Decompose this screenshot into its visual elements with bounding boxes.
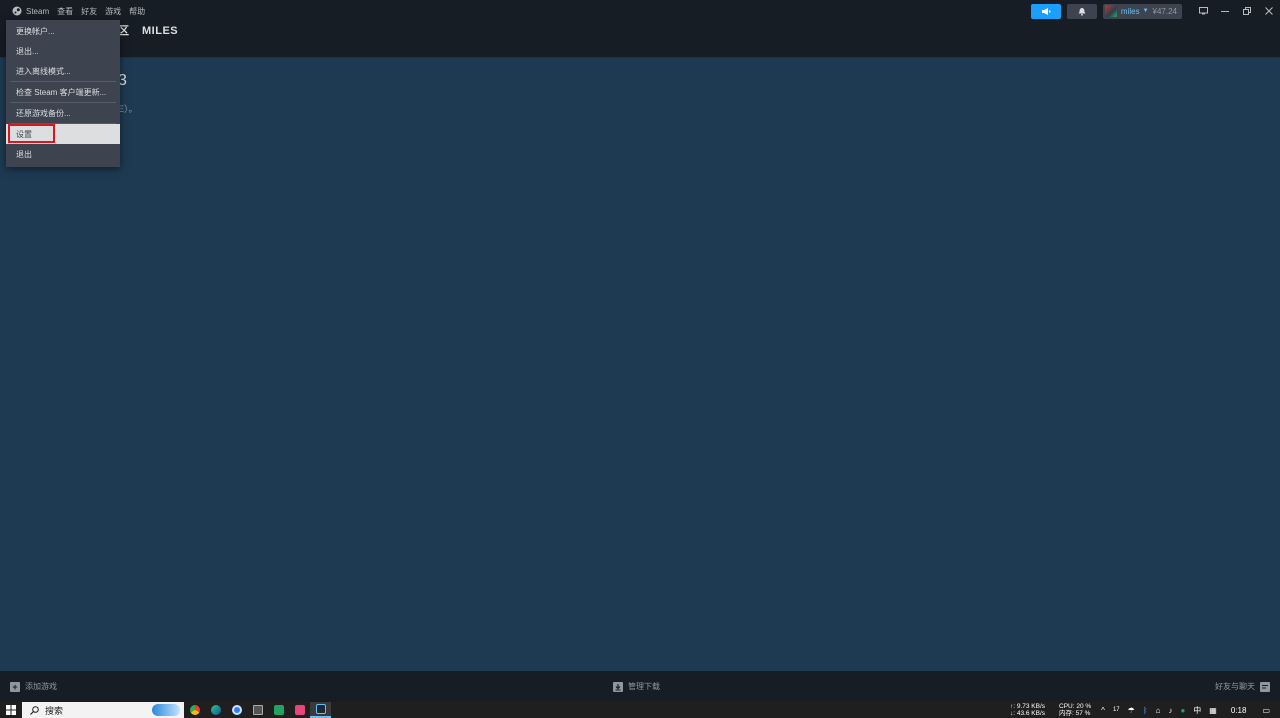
search-highlight-image [152, 704, 180, 716]
download-icon [613, 681, 623, 692]
close-button[interactable] [1258, 0, 1280, 22]
menu-help-label: 帮助 [129, 6, 146, 16]
menu-help[interactable]: 帮助 [125, 0, 149, 22]
menu-games[interactable]: 游戏 [101, 0, 125, 22]
net-down: ↓: 43.6 KB/s [1009, 710, 1046, 717]
clock[interactable]: 0:18 [1231, 706, 1247, 715]
menu-settings-label: 设置 [16, 129, 32, 139]
search-icon [30, 705, 39, 715]
chevron-down-icon: ▼ [1142, 8, 1149, 14]
taskbar-search-input[interactable]: 搜索 [22, 702, 184, 718]
menu-go-offline[interactable]: 进入离线模式... [6, 61, 120, 81]
taskbar-app-blue[interactable] [226, 702, 247, 718]
friends-chat-button[interactable]: 好友与聊天 [1210, 681, 1270, 692]
menu-games-label: 游戏 [105, 6, 122, 16]
menu-restore-backup[interactable]: 还原游戏备份... [6, 103, 120, 123]
title-bar: Steam 查看 好友 游戏 帮助 miles ▼ ¥47.24 [0, 0, 1280, 22]
chevron-up-icon[interactable]: ^ [1101, 706, 1105, 715]
network-icon[interactable]: ⌂ [1156, 706, 1161, 715]
windows-logo-icon [6, 705, 16, 715]
friends-chat-label: 好友与聊天 [1215, 682, 1255, 691]
start-button[interactable] [0, 702, 22, 718]
minimize-icon [1221, 11, 1229, 12]
menu-go-offline-label: 进入离线模式... [16, 66, 71, 76]
page-subtext-partial: E）。 [118, 104, 138, 114]
nav-profile[interactable]: MILES [142, 24, 178, 38]
menu-change-account[interactable]: 更换帐户... [6, 21, 120, 41]
steam-icon [315, 704, 326, 714]
chrome-icon [189, 705, 200, 715]
status-bar: + 添加游戏 管理下载 好友与聊天 [0, 671, 1280, 702]
menu-check-updates[interactable]: 检查 Steam 客户端更新... [6, 82, 120, 102]
ime-indicator[interactable]: 中 [1193, 705, 1201, 716]
taskbar-app-pink[interactable] [289, 702, 310, 718]
close-icon [1265, 7, 1273, 15]
menu-settings[interactable]: 设置 [6, 124, 120, 144]
system-tray: ↑: 9.73 KB/s ↓: 43.6 KB/s CPU: 20 % 内存: … [1010, 702, 1280, 718]
cpu-mem-monitor: CPU: 20 % 内存: 57 % [1059, 703, 1091, 717]
taskbar-chrome[interactable] [184, 702, 205, 718]
search-placeholder: 搜索 [45, 705, 64, 716]
steam-logo-icon [12, 6, 22, 16]
taskbar-edge[interactable] [205, 702, 226, 718]
notification-center-icon[interactable]: ▭ [1262, 706, 1270, 715]
menu-sign-out-label: 退出... [16, 46, 39, 56]
menu-change-account-label: 更换帐户... [16, 26, 55, 36]
manage-downloads-button[interactable]: 管理下载 [613, 681, 665, 692]
net-up: ↑: 9.73 KB/s [1009, 703, 1046, 710]
taskbar-app-green[interactable] [268, 702, 289, 718]
menu-sign-out[interactable]: 退出... [6, 41, 120, 61]
cpu-usage: CPU: 20 % [1059, 703, 1092, 710]
manage-downloads-label: 管理下载 [628, 682, 660, 691]
restore-icon [1243, 7, 1251, 15]
bluetooth-icon[interactable]: ᛒ [1143, 706, 1148, 715]
windows-taskbar: 搜索 ↑: 9.73 KB/s ↓: 43.6 KB/s CPU: 20 % 内… [0, 702, 1280, 718]
restore-button[interactable] [1236, 0, 1258, 22]
steam-dropdown-menu: 更换帐户... 退出... 进入离线模式... 检查 Steam 客户端更新..… [6, 20, 120, 167]
chat-icon [1260, 681, 1270, 692]
big-picture-button[interactable] [1192, 0, 1214, 22]
edge-icon [210, 705, 221, 715]
keyboard-icon[interactable]: ▦ [1209, 706, 1217, 715]
wechat-icon[interactable]: ● [1180, 706, 1185, 715]
menu-view-label: 查看 [57, 6, 74, 16]
menu-check-updates-label: 检查 Steam 客户端更新... [16, 87, 107, 97]
plus-icon: + [10, 681, 20, 692]
app-green-icon [273, 705, 284, 715]
megaphone-icon [1041, 7, 1051, 15]
minimize-button[interactable] [1214, 0, 1236, 22]
menu-exit[interactable]: 退出 [6, 144, 120, 164]
weather-icon[interactable]: ☂ [1128, 706, 1135, 715]
mem-usage: 内存: 57 % [1059, 710, 1091, 717]
titlebar-controls: miles ▼ ¥47.24 [1030, 0, 1280, 22]
account-name: miles [1120, 6, 1140, 16]
broadcast-button[interactable] [1030, 3, 1061, 19]
account-menu[interactable]: miles ▼ ¥47.24 [1102, 3, 1182, 19]
menu-view[interactable]: 查看 [53, 0, 77, 22]
volume-icon[interactable]: ♪ [1168, 706, 1172, 715]
menu-bar: Steam 查看 好友 游戏 帮助 [0, 0, 149, 22]
monitor-icon [1198, 7, 1208, 15]
temperature-readout: 17 [1112, 707, 1120, 713]
taskbar-steam[interactable] [310, 702, 331, 718]
wallet-balance: ¥47.24 [1152, 6, 1177, 16]
main-content: 3 E）。 [0, 58, 1280, 671]
bell-icon [1078, 7, 1086, 16]
menu-steam[interactable]: Steam [8, 0, 53, 22]
add-game-button[interactable]: + 添加游戏 [10, 681, 62, 692]
notifications-button[interactable] [1066, 3, 1097, 19]
menu-restore-backup-label: 还原游戏备份... [16, 108, 71, 118]
network-speed: ↑: 9.73 KB/s ↓: 43.6 KB/s [1010, 703, 1045, 717]
menu-steam-label: Steam [26, 6, 50, 16]
app-pink-icon [294, 705, 305, 715]
menu-friends-label: 好友 [81, 6, 98, 16]
menu-exit-label: 退出 [16, 149, 32, 159]
nav-bar: 区 MILES [0, 22, 1280, 58]
taskbar-file-explorer[interactable] [247, 702, 268, 718]
window-icon [252, 705, 263, 715]
add-game-label: 添加游戏 [25, 682, 57, 691]
menu-friends[interactable]: 好友 [77, 0, 101, 22]
app-circle-icon [231, 705, 242, 715]
avatar [1104, 5, 1117, 17]
